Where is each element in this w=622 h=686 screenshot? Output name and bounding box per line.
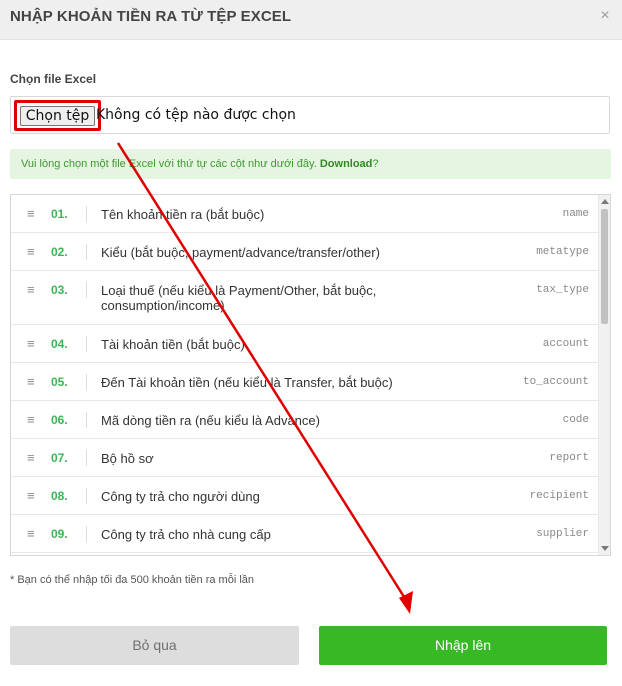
- column-number: 01.: [51, 207, 68, 221]
- column-label: Loại thuế (nếu kiểu là Payment/Other, bắ…: [101, 283, 377, 313]
- column-row[interactable]: ≡ 08. Công ty trả cho người dùng recipient: [11, 477, 599, 515]
- column-label: Công ty trả cho người dùng: [101, 489, 260, 504]
- column-divider: [86, 450, 87, 466]
- column-code: tax_type: [536, 284, 589, 296]
- column-code: code: [562, 414, 589, 426]
- column-code: report: [549, 452, 589, 464]
- file-choose-highlight: Chọn tệp: [14, 100, 101, 131]
- column-number: 05.: [51, 375, 68, 389]
- column-row[interactable]: ≡ 03. Loại thuế (nếu kiểu là Payment/Other…: [11, 271, 599, 325]
- column-number: 07.: [51, 451, 68, 465]
- column-divider: [86, 374, 87, 390]
- drag-handle-icon[interactable]: ≡: [27, 283, 39, 296]
- drag-handle-icon[interactable]: ≡: [27, 245, 39, 258]
- drag-handle-icon[interactable]: ≡: [27, 375, 39, 388]
- modal-header: NHẬP KHOẢN TIỀN RA TỪ TỆP EXCEL ×: [0, 0, 622, 40]
- close-icon[interactable]: ×: [596, 7, 614, 25]
- list-scrollbar[interactable]: [598, 195, 610, 555]
- column-number: 09.: [51, 527, 68, 541]
- column-label: Bộ hồ sơ: [101, 451, 154, 466]
- column-label: Tên khoản tiền ra (bắt buộc): [101, 207, 265, 222]
- download-link[interactable]: Download: [320, 158, 373, 170]
- column-label: Công ty trả cho nhà cung cấp: [101, 527, 271, 542]
- column-number: 03.: [51, 283, 68, 297]
- column-row[interactable]: ≡ 06. Mã dòng tiền ra (nếu kiểu là Advance…: [11, 401, 599, 439]
- drag-handle-icon[interactable]: ≡: [27, 489, 39, 502]
- column-label: Mã dòng tiền ra (nếu kiểu là Advance): [101, 413, 320, 428]
- column-order-list: ≡ 01. Tên khoản tiền ra (bắt buộc) name ≡ 02.…: [10, 194, 611, 556]
- notice-text: Vui lòng chọn một file Excel với thứ tự …: [21, 158, 320, 170]
- column-label: Tài khoản tiền (bắt buộc): [101, 337, 245, 352]
- drag-handle-icon[interactable]: ≡: [27, 527, 39, 540]
- drag-handle-icon[interactable]: ≡: [27, 413, 39, 426]
- column-code: name: [562, 208, 589, 220]
- scroll-down-icon[interactable]: [601, 546, 609, 551]
- column-number: 06.: [51, 413, 68, 427]
- column-code: account: [542, 338, 589, 350]
- column-code: to_account: [522, 376, 589, 388]
- column-code: supplier: [536, 528, 589, 540]
- choose-file-button[interactable]: Chọn tệp: [20, 106, 95, 126]
- column-code: recipient: [529, 490, 589, 502]
- column-divider: [86, 206, 87, 222]
- file-status-text: Không có tệp nào được chọn: [96, 107, 296, 123]
- drag-handle-icon[interactable]: ≡: [27, 337, 39, 350]
- column-row[interactable]: ≡ 07. Bộ hồ sơ report: [11, 439, 599, 477]
- import-limit-note: * Bạn có thể nhập tối đa 500 khoản tiền …: [10, 574, 255, 586]
- column-row[interactable]: ≡ 04. Tài khoản tiền (bắt buộc) account: [11, 325, 599, 363]
- submit-button[interactable]: Nhập lên: [319, 626, 607, 665]
- column-row[interactable]: ≡ 01. Tên khoản tiền ra (bắt buộc) name: [11, 195, 599, 233]
- column-divider: [86, 336, 87, 352]
- file-field-label: Chọn file Excel: [10, 72, 97, 86]
- column-order-list-inner: ≡ 01. Tên khoản tiền ra (bắt buộc) name ≡ 02.…: [11, 195, 599, 553]
- column-divider: [86, 282, 87, 298]
- modal-title: NHẬP KHOẢN TIỀN RA TỪ TỆP EXCEL: [10, 8, 292, 25]
- notice-banner: Vui lòng chọn một file Excel với thứ tự …: [10, 149, 611, 179]
- column-row[interactable]: ≡ 02. Kiểu (bắt buộc, payment/advance/tran…: [11, 233, 599, 271]
- column-divider: [86, 488, 87, 504]
- column-number: 04.: [51, 337, 68, 351]
- column-row[interactable]: ≡ 09. Công ty trả cho nhà cung cấp supplier: [11, 515, 599, 553]
- scroll-thumb[interactable]: [601, 209, 608, 324]
- scroll-up-icon[interactable]: [601, 199, 609, 204]
- drag-handle-icon[interactable]: ≡: [27, 207, 39, 220]
- column-code: metatype: [536, 246, 589, 258]
- skip-button[interactable]: Bỏ qua: [10, 626, 299, 665]
- column-divider: [86, 526, 87, 542]
- column-divider: [86, 412, 87, 428]
- column-label: Kiểu (bắt buộc, payment/advance/transfer…: [101, 245, 380, 260]
- column-divider: [86, 244, 87, 260]
- file-input[interactable]: Chọn tệp Không có tệp nào được chọn: [10, 96, 610, 134]
- drag-handle-icon[interactable]: ≡: [27, 451, 39, 464]
- column-number: 02.: [51, 245, 68, 259]
- column-row[interactable]: ≡ 05. Đến Tài khoản tiền (nếu kiểu là Tran…: [11, 363, 599, 401]
- notice-suffix: ?: [372, 158, 379, 170]
- column-number: 08.: [51, 489, 68, 503]
- column-label: Đến Tài khoản tiền (nếu kiểu là Transfer…: [101, 375, 393, 390]
